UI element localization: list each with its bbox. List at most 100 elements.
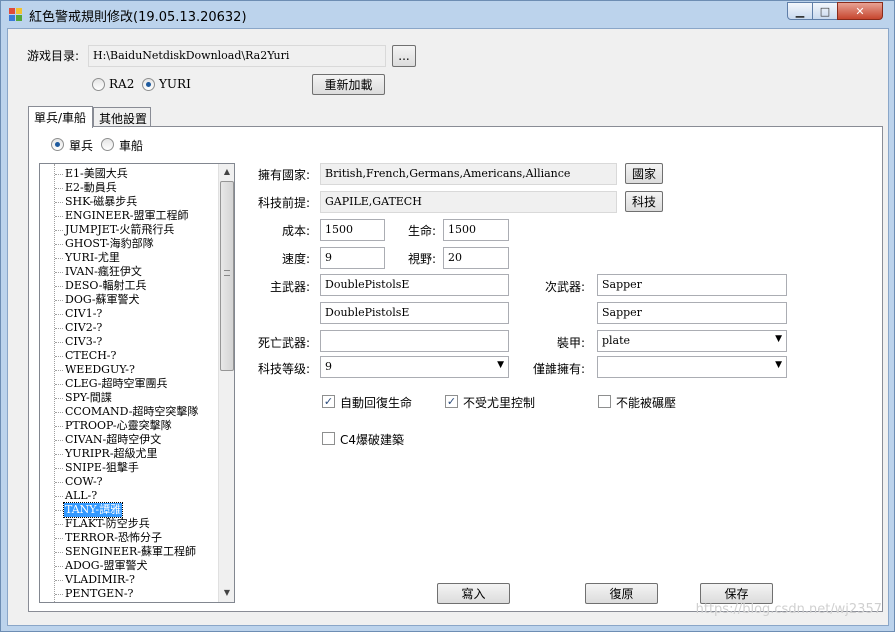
c4-label: C4爆破建築 bbox=[340, 433, 405, 447]
list-item[interactable]: TERROR-恐怖分子 bbox=[64, 531, 163, 545]
tree-connector bbox=[55, 384, 63, 385]
unit-list[interactable]: E1-美國大兵 E2-動員兵 SHK-磁暴步兵 ENGINEER-盟軍工程師 JUMPJ… bbox=[39, 163, 235, 603]
death-weapon-field[interactable] bbox=[320, 330, 509, 352]
list-item[interactable]: COW-? bbox=[64, 475, 104, 489]
owner-field[interactable]: British,French,Germans,Americans,Allianc… bbox=[320, 163, 617, 185]
scroll-down-icon[interactable]: ▼ bbox=[219, 585, 234, 601]
yuri-radio[interactable] bbox=[142, 78, 155, 91]
list-item[interactable]: CLEG-超時空軍團兵 bbox=[64, 377, 168, 391]
c4-checkbox[interactable] bbox=[322, 432, 335, 445]
unit-list-scrollbar[interactable]: ▲ ▼ bbox=[218, 164, 234, 602]
list-item[interactable]: PENTGEN-? bbox=[64, 587, 134, 601]
tab-other-settings[interactable]: 其他設置 bbox=[93, 107, 151, 127]
list-item[interactable]: YURIPR-超級尤里 bbox=[64, 447, 159, 461]
list-item[interactable]: YURI-尤里 bbox=[64, 251, 121, 265]
list-item[interactable]: CTECH-? bbox=[64, 349, 117, 363]
armor-select[interactable]: plate ▼ bbox=[597, 330, 787, 352]
uncrushable-label: 不能被碾壓 bbox=[616, 396, 677, 410]
list-item[interactable]: DOG-蘇軍警犬 bbox=[64, 293, 141, 307]
tech-level-select[interactable]: 9 ▼ bbox=[320, 356, 509, 378]
list-item[interactable]: ALL-? bbox=[64, 489, 98, 503]
tree-connector bbox=[55, 230, 63, 231]
list-item[interactable]: SNIPE-狙擊手 bbox=[64, 461, 140, 475]
death-weapon-label: 死亡武器: bbox=[258, 336, 311, 350]
scroll-up-icon[interactable]: ▲ bbox=[219, 164, 234, 180]
list-item[interactable]: VLADIMIR-? bbox=[64, 573, 136, 587]
cost-field[interactable]: 1500 bbox=[320, 219, 385, 241]
list-item[interactable]: SENGINEER-蘇軍工程師 bbox=[64, 545, 197, 559]
tech-button[interactable]: 科技 bbox=[625, 191, 663, 212]
tree-connector bbox=[55, 538, 63, 539]
chevron-down-icon[interactable]: ▼ bbox=[497, 360, 504, 370]
secondary-weapon-elite-field[interactable]: Sapper bbox=[597, 302, 787, 324]
tree-connector bbox=[55, 188, 63, 189]
primary-weapon-field[interactable]: DoublePistolsE bbox=[320, 274, 509, 296]
tree-connector bbox=[55, 272, 63, 273]
speed-field[interactable]: 9 bbox=[320, 247, 385, 269]
tree-connector bbox=[55, 566, 63, 567]
chevron-down-icon[interactable]: ▼ bbox=[775, 360, 782, 370]
primary-weapon-label: 主武器: bbox=[270, 280, 311, 294]
reload-button[interactable]: 重新加載 bbox=[312, 74, 385, 95]
minimize-button[interactable]: ▁ bbox=[787, 2, 813, 20]
restore-button[interactable]: 復原 bbox=[585, 583, 658, 604]
tree-connector bbox=[55, 496, 63, 497]
close-button[interactable]: ✕ bbox=[837, 2, 883, 20]
list-item[interactable]: CIVAN-超時空伊文 bbox=[64, 433, 162, 447]
strength-field[interactable]: 1500 bbox=[443, 219, 509, 241]
list-item[interactable]: IVAN-瘋狂伊文 bbox=[64, 265, 143, 279]
ra2-radio[interactable] bbox=[92, 78, 105, 91]
game-dir-field[interactable]: H:\BaiduNetdiskDownload\Ra2Yuri bbox=[88, 45, 386, 67]
list-item[interactable]: CIV2-? bbox=[64, 321, 103, 335]
title-bar[interactable]: 紅色警戒規則修改(19.05.13.20632) ▁ □ ✕ bbox=[1, 1, 894, 27]
tab-units[interactable]: 單兵/車船 bbox=[28, 106, 93, 128]
list-item[interactable]: GHOST-海豹部隊 bbox=[64, 237, 155, 251]
uncrushable-checkbox[interactable] bbox=[598, 395, 611, 408]
strength-label: 生命: bbox=[408, 224, 437, 238]
list-item[interactable]: DESO-輻射工兵 bbox=[64, 279, 148, 293]
thumb-grip-icon bbox=[224, 270, 230, 276]
secondary-weapon-field[interactable]: Sapper bbox=[597, 274, 787, 296]
browse-button[interactable]: ... bbox=[392, 45, 416, 67]
auto-heal-checkbox[interactable]: ✓ bbox=[322, 395, 335, 408]
list-item[interactable]: SPY-間諜 bbox=[64, 391, 113, 405]
infantry-radio[interactable] bbox=[51, 138, 64, 151]
list-item[interactable]: ENGINEER-盟軍工程師 bbox=[64, 209, 189, 223]
country-button[interactable]: 國家 bbox=[625, 163, 663, 184]
immune-mind-control-checkbox[interactable]: ✓ bbox=[445, 395, 458, 408]
prereq-field[interactable]: GAPILE,GATECH bbox=[320, 191, 617, 213]
sight-field[interactable]: 20 bbox=[443, 247, 509, 269]
tree-connector bbox=[55, 370, 63, 371]
tech-level-label: 科技等级: bbox=[258, 362, 311, 376]
primary-weapon-elite-field[interactable]: DoublePistolsE bbox=[320, 302, 509, 324]
write-button[interactable]: 寫入 bbox=[437, 583, 510, 604]
scroll-thumb[interactable] bbox=[220, 181, 234, 371]
main-window: 紅色警戒規則修改(19.05.13.20632) ▁ □ ✕ 游戏目录: H:\… bbox=[0, 0, 895, 632]
list-item[interactable]: ADOG-盟軍警犬 bbox=[64, 559, 149, 573]
list-item[interactable]: CCOMAND-超時空突擊隊 bbox=[64, 405, 199, 419]
vehicle-radio[interactable] bbox=[101, 138, 114, 151]
maximize-button[interactable]: □ bbox=[812, 2, 838, 20]
tree-connector bbox=[55, 174, 63, 175]
app-icon bbox=[9, 8, 22, 21]
tree-connector bbox=[55, 314, 63, 315]
infantry-radio-label: 單兵 bbox=[69, 139, 94, 153]
save-button[interactable]: 保存 bbox=[700, 583, 773, 604]
tab-panel: 單兵 車船 E1-美國大兵 E2-動員兵 SHK-磁暴步兵 ENGINEER-盟軍工程… bbox=[28, 126, 883, 612]
list-item[interactable]: FLAKT-防空步兵 bbox=[64, 517, 151, 531]
list-item[interactable]: SHK-磁暴步兵 bbox=[64, 195, 138, 209]
ra2-radio-label: RA2 bbox=[109, 77, 135, 91]
list-item[interactable]: JUMPJET-火箭飛行兵 bbox=[64, 223, 175, 237]
tree-connector bbox=[55, 510, 63, 511]
list-item[interactable]: E1-美國大兵 bbox=[64, 167, 129, 181]
list-item[interactable]: E2-動員兵 bbox=[64, 181, 118, 195]
list-item[interactable]: CIV1-? bbox=[64, 307, 103, 321]
list-item[interactable]: TANY-譚雅 bbox=[62, 502, 124, 518]
tech-level-select-value: 9 bbox=[325, 360, 332, 373]
tree-connector bbox=[55, 594, 63, 595]
list-item[interactable]: WEEDGUY-? bbox=[64, 363, 136, 377]
chevron-down-icon[interactable]: ▼ bbox=[775, 334, 782, 344]
list-item[interactable]: PTROOP-心靈突擊隊 bbox=[64, 419, 173, 433]
owner-only-select[interactable]: ▼ bbox=[597, 356, 787, 378]
list-item[interactable]: CIV3-? bbox=[64, 335, 103, 349]
